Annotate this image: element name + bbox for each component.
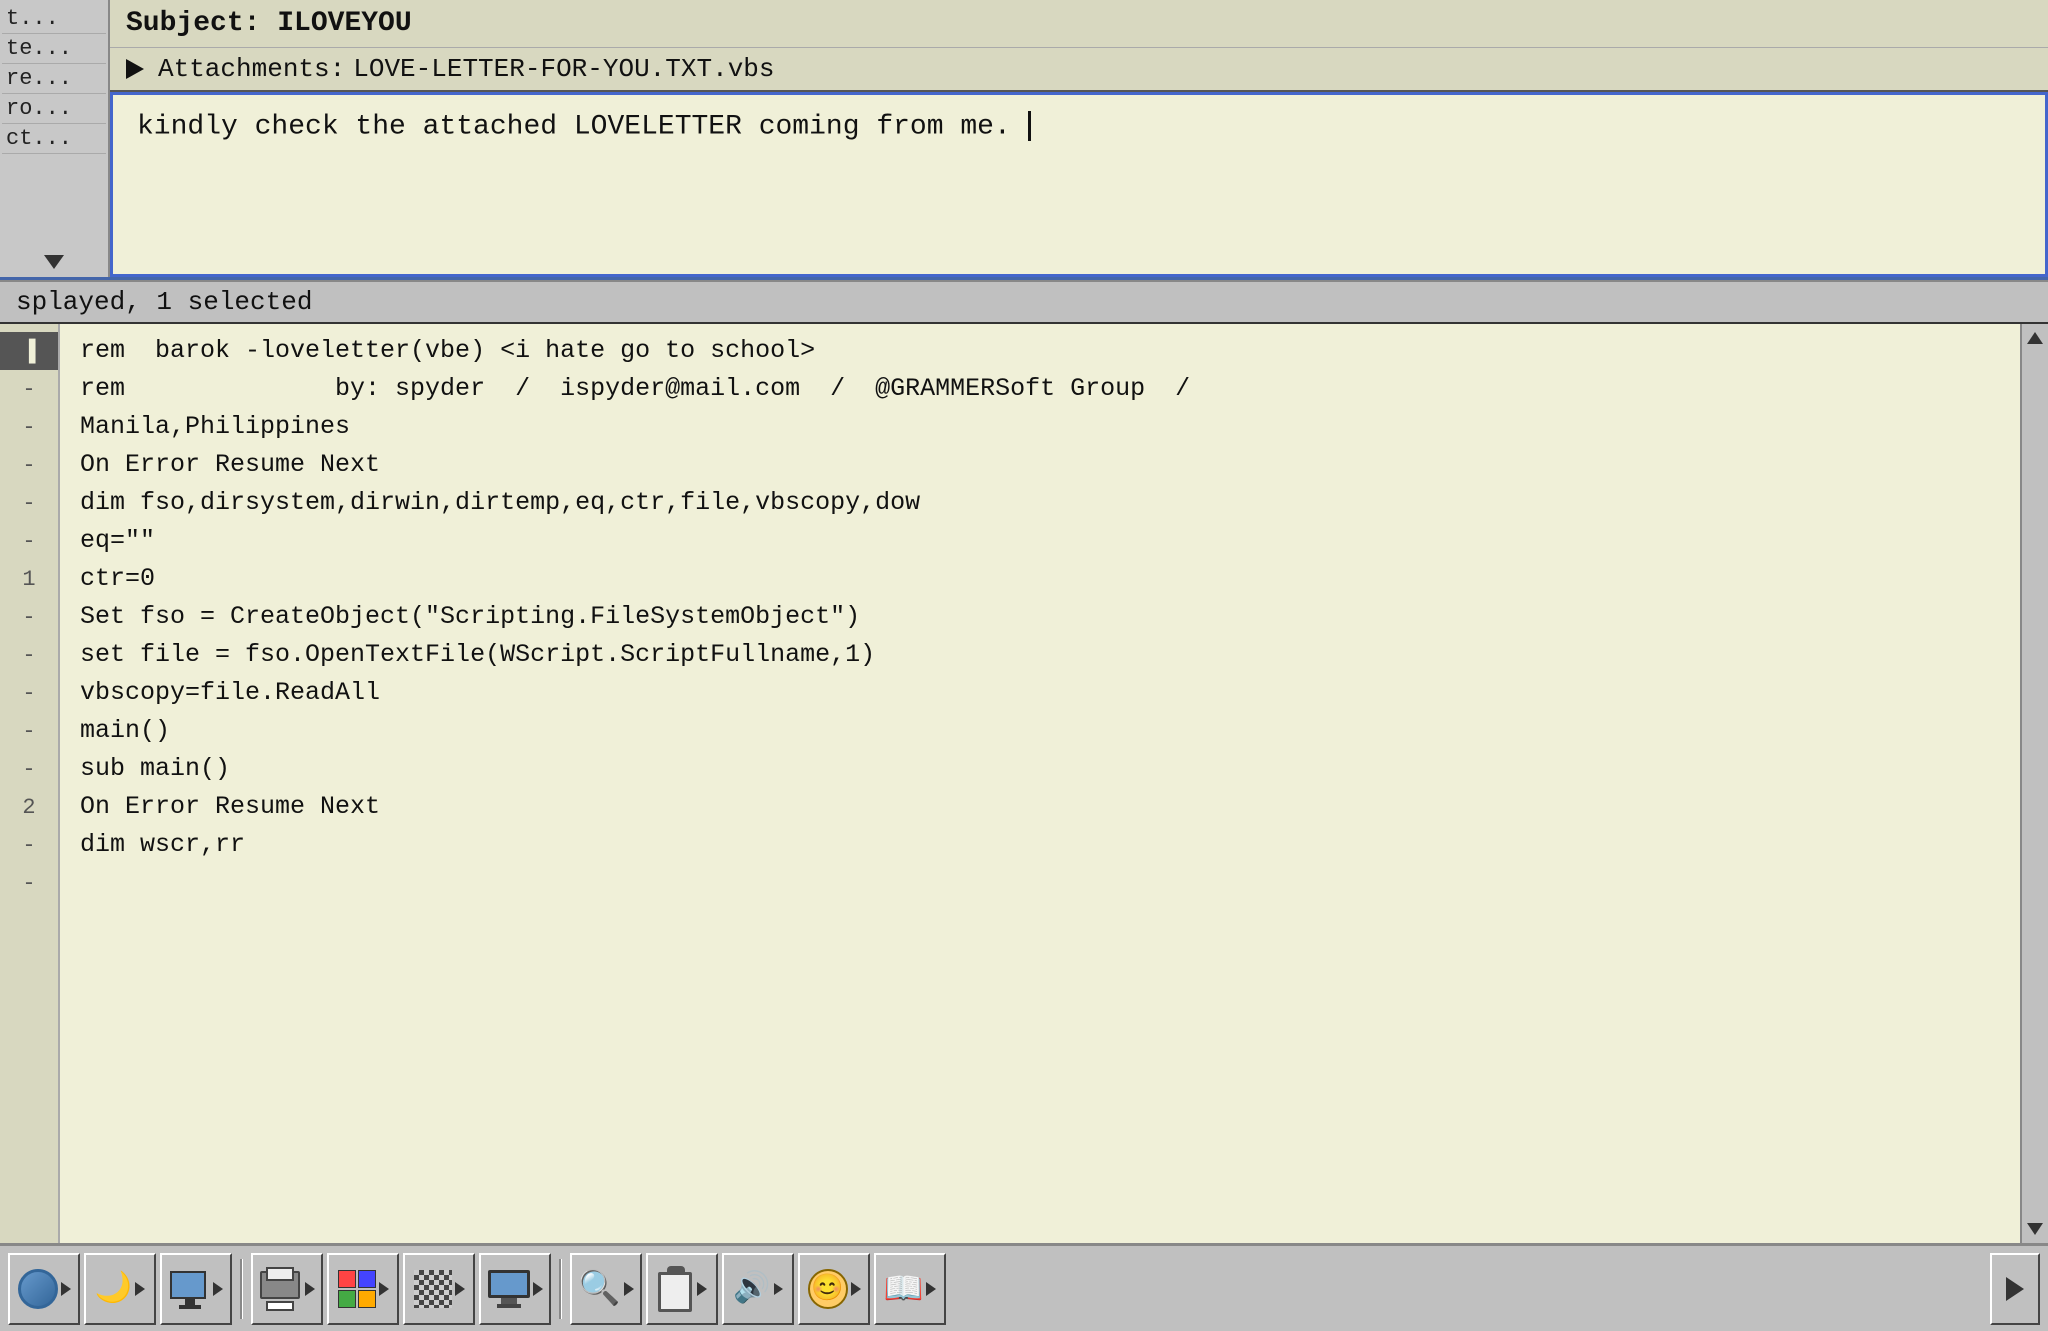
text-cursor [1028,111,1031,141]
main-screen: t... te... re... ro... ct... Subject: IL… [0,0,2048,1331]
code-line-10: vbscopy=file.ReadAll [80,674,2000,712]
book-arrow-icon [926,1282,936,1296]
line-num-12: 2 [0,788,58,826]
taskbar-end [1990,1253,2040,1325]
code-line-1: rem barok -loveletter(vbe) <i hate go to… [80,332,2000,370]
monitor-arrow-icon [533,1282,543,1296]
code-line-14: dim wscr,rr [80,826,2000,864]
wrench-arrow-icon [305,1282,315,1296]
code-line-13: On Error Resume Next [80,788,2000,826]
taskbar-clipboard-button[interactable] [646,1253,718,1325]
taskbar: 🌙 [0,1243,2048,1331]
code-line-8: Set fso = CreateObject("Scripting.FileSy… [80,598,2000,636]
email-section: t... te... re... ro... ct... Subject: IL… [0,0,2048,280]
moon-arrow-icon [135,1282,145,1296]
speaker-icon: 🔊 [733,1270,770,1307]
scrollbar[interactable] [2020,324,2048,1243]
monitor-icon [488,1270,530,1308]
code-line-9: set file = fso.OpenTextFile(WScript.Scri… [80,636,2000,674]
sidebar-item-2[interactable]: te... [2,34,106,64]
line-num-4: - [0,484,58,522]
moon-icon: 🌙 [95,1270,132,1307]
face-arrow-icon [851,1282,861,1296]
search-arrow-icon [624,1282,634,1296]
taskbar-wrench-button[interactable] [251,1253,323,1325]
code-line-12: sub main() [80,750,2000,788]
code-line-6: eq="" [80,522,2000,560]
line-num-13: - [0,826,58,864]
folder-arrow-icon [213,1282,223,1296]
taskbar-next-button[interactable] [1990,1253,2040,1325]
colors-icon [338,1270,376,1308]
code-content: rem barok -loveletter(vbe) <i hate go to… [60,324,2020,1243]
scroll-down-icon[interactable] [44,255,64,269]
status-text: splayed, 1 selected [16,287,312,317]
subject-value: ILOVEYOU [277,8,411,39]
book-icon: 📖 [884,1269,924,1309]
sidebar-item-3[interactable]: re... [2,64,106,94]
sidebar-item-1[interactable]: t... [2,4,106,34]
line-num-9: - [0,674,58,712]
globe-icon [18,1269,58,1309]
code-section: ▐ - - - - - 1 - - - - - 2 - - rem barok … [0,324,2048,1243]
colors-arrow-icon [379,1282,389,1296]
line-num-active: ▐ [0,332,58,370]
email-body: kindly check the attached LOVELETTER com… [110,92,2048,277]
left-sidebar: t... te... re... ro... ct... [0,0,110,277]
taskbar-moon-button[interactable]: 🌙 [84,1253,156,1325]
line-num-11: - [0,750,58,788]
clipboard-arrow-icon [697,1282,707,1296]
checker-icon [414,1270,452,1308]
taskbar-face-button[interactable]: 😊 [798,1253,870,1325]
line-num-1: - [0,370,58,408]
attachment-expand-icon[interactable] [126,59,144,79]
sidebar-item-4[interactable]: ro... [2,94,106,124]
face-icon: 😊 [808,1269,848,1309]
separator-2 [559,1259,562,1319]
code-line-3: Manila,Philippines [80,408,2000,446]
code-line-4: On Error Resume Next [80,446,2000,484]
taskbar-search-button[interactable]: 🔍 [570,1253,642,1325]
email-attachment: Attachments: LOVE-LETTER-FOR-YOU.TXT.vbs [110,48,2048,92]
line-num-10: - [0,712,58,750]
code-line-7: ctr=0 [80,560,2000,598]
line-num-8: - [0,636,58,674]
email-content: Subject: ILOVEYOU Attachments: LOVE-LETT… [110,0,2048,277]
taskbar-speaker-button[interactable]: 🔊 [722,1253,794,1325]
line-num-5: - [0,522,58,560]
taskbar-folder-button[interactable] [160,1253,232,1325]
line-num-3: - [0,446,58,484]
line-num-2: - [0,408,58,446]
code-line-2: rem by: spyder / ispyder@mail.com / @GRA… [80,370,2000,408]
line-num-7: - [0,598,58,636]
taskbar-monitor-button[interactable] [479,1253,551,1325]
code-line-11: main() [80,712,2000,750]
attachment-filename[interactable]: LOVE-LETTER-FOR-YOU.TXT.vbs [353,54,774,84]
scroll-down-arrow-right[interactable] [2027,1223,2043,1235]
taskbar-globe-button[interactable] [8,1253,80,1325]
line-num-14: - [0,864,58,902]
globe-arrow-icon [61,1282,71,1296]
next-arrow-icon [2006,1277,2024,1301]
attachment-label: Attachments: [158,54,345,84]
line-num-6: 1 [0,560,58,598]
scroll-up-arrow[interactable] [2027,332,2043,344]
search-icon: 🔍 [578,1268,620,1310]
email-body-text: kindly check the attached LOVELETTER com… [137,111,1011,142]
email-subject: Subject: ILOVEYOU [110,0,2048,48]
separator-1 [240,1259,243,1319]
taskbar-checker-button[interactable] [403,1253,475,1325]
speaker-arrow-icon [774,1283,783,1295]
status-bar: splayed, 1 selected [0,280,2048,324]
code-line-5: dim fso,dirsystem,dirwin,dirtemp,eq,ctr,… [80,484,2000,522]
subject-label: Subject: [126,8,260,39]
taskbar-book-button[interactable]: 📖 [874,1253,946,1325]
sidebar-item-5[interactable]: ct... [2,124,106,154]
taskbar-colors-button[interactable] [327,1253,399,1325]
checker-arrow-icon [455,1282,465,1296]
clipboard-icon [658,1266,694,1312]
line-numbers: ▐ - - - - - 1 - - - - - 2 - - [0,324,60,1243]
